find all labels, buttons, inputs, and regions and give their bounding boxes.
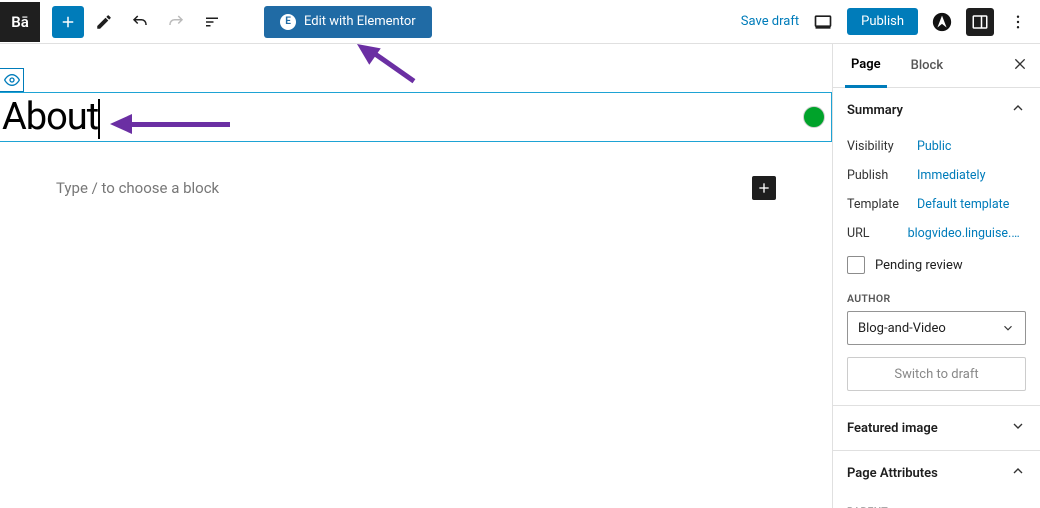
author-select[interactable]: Blog-and-Video bbox=[847, 311, 1026, 345]
undo-icon bbox=[131, 13, 149, 31]
block-placeholder-text[interactable]: Type / to choose a block bbox=[56, 179, 752, 197]
chevron-up-icon bbox=[1010, 100, 1026, 120]
template-label: Template bbox=[847, 197, 917, 212]
url-value[interactable]: blogvideo.linguise.com… bbox=[908, 226, 1026, 241]
featured-image-toggle[interactable]: Featured image bbox=[833, 406, 1040, 450]
options-menu-button[interactable] bbox=[1004, 8, 1032, 36]
astra-icon bbox=[931, 11, 953, 33]
featured-image-panel: Featured image bbox=[833, 406, 1040, 451]
toolbar-right-group: Save draft Publish bbox=[741, 8, 1032, 36]
undo-button[interactable] bbox=[124, 6, 156, 38]
page-attributes-panel: Page Attributes PARENT bbox=[833, 451, 1040, 508]
preview-visibility-tab[interactable] bbox=[0, 68, 24, 92]
tab-block-label: Block bbox=[911, 58, 943, 73]
template-row: Template Default template bbox=[847, 190, 1026, 219]
redo-icon bbox=[167, 13, 185, 31]
author-heading: AUTHOR bbox=[847, 282, 1026, 311]
desktop-icon bbox=[813, 12, 833, 32]
publish-date-label: Publish bbox=[847, 168, 917, 183]
elementor-label: Edit with Elementor bbox=[304, 14, 416, 29]
pencil-icon bbox=[95, 13, 113, 31]
template-value[interactable]: Default template bbox=[917, 197, 1009, 212]
default-block-row: Type / to choose a block bbox=[56, 176, 776, 200]
elementor-logo-icon: E bbox=[280, 14, 296, 30]
parent-heading: PARENT bbox=[847, 495, 1026, 508]
edit-with-elementor-button[interactable]: E Edit with Elementor bbox=[264, 6, 432, 38]
save-draft-link[interactable]: Save draft bbox=[741, 14, 799, 29]
document-outline-button[interactable] bbox=[196, 6, 228, 38]
switch-to-draft-label: Switch to draft bbox=[894, 367, 978, 382]
summary-panel-body: Visibility Public Publish Immediately Te… bbox=[833, 132, 1040, 405]
grammarly-badge-icon[interactable] bbox=[803, 106, 825, 128]
add-block-toggle[interactable] bbox=[52, 6, 84, 38]
inline-add-block-button[interactable] bbox=[752, 176, 776, 200]
switch-to-draft-button[interactable]: Switch to draft bbox=[847, 357, 1026, 391]
plus-icon bbox=[59, 13, 77, 31]
plus-icon bbox=[756, 180, 772, 196]
settings-sidebar: Page Block Summary Visibility Public Pub… bbox=[832, 44, 1040, 508]
url-label: URL bbox=[847, 226, 908, 241]
tab-block[interactable]: Block bbox=[905, 44, 949, 88]
featured-image-heading: Featured image bbox=[847, 421, 938, 436]
edit-tool-button[interactable] bbox=[88, 6, 120, 38]
publish-button[interactable]: Publish bbox=[847, 8, 918, 35]
post-title-text: About bbox=[2, 95, 98, 139]
summary-heading: Summary bbox=[847, 103, 903, 118]
editor-canvas: About Type / to choose a block bbox=[0, 44, 832, 508]
publish-label: Publish bbox=[861, 14, 904, 29]
chevron-up-icon bbox=[1010, 463, 1026, 483]
toolbar-left-group: E Edit with Elementor bbox=[40, 6, 432, 38]
settings-sidebar-toggle[interactable] bbox=[966, 8, 994, 36]
top-toolbar: Bā E Edit with Elementor Save draft Publ… bbox=[0, 0, 1040, 44]
page-attributes-body: PARENT bbox=[833, 495, 1040, 508]
pending-review-label: Pending review bbox=[875, 258, 963, 273]
tab-page-label: Page bbox=[851, 57, 881, 72]
post-title-block[interactable]: About bbox=[0, 92, 832, 142]
visibility-label: Visibility bbox=[847, 139, 917, 154]
text-caret bbox=[98, 99, 100, 139]
close-sidebar-button[interactable] bbox=[1012, 56, 1028, 76]
summary-panel: Summary Visibility Public Publish Immedi… bbox=[833, 88, 1040, 406]
list-view-icon bbox=[203, 13, 221, 31]
summary-panel-toggle[interactable]: Summary bbox=[833, 88, 1040, 132]
url-row: URL blogvideo.linguise.com… bbox=[847, 219, 1026, 248]
chevron-down-icon bbox=[1010, 418, 1026, 438]
chevron-down-icon bbox=[1001, 321, 1015, 335]
post-title-input[interactable]: About bbox=[2, 93, 120, 141]
author-value: Blog-and-Video bbox=[858, 321, 946, 336]
page-attributes-heading: Page Attributes bbox=[847, 466, 938, 481]
publish-date-value[interactable]: Immediately bbox=[917, 168, 986, 183]
redo-button[interactable] bbox=[160, 6, 192, 38]
site-logo[interactable]: Bā bbox=[0, 2, 40, 42]
page-attributes-toggle[interactable]: Page Attributes bbox=[833, 451, 1040, 495]
pending-review-checkbox[interactable] bbox=[847, 256, 865, 274]
astra-settings-button[interactable] bbox=[928, 8, 956, 36]
publish-row: Publish Immediately bbox=[847, 161, 1026, 190]
more-vertical-icon bbox=[1009, 13, 1027, 31]
sidebar-icon bbox=[971, 13, 989, 31]
preview-button[interactable] bbox=[809, 8, 837, 36]
sidebar-tabs: Page Block bbox=[833, 44, 1040, 88]
tab-page[interactable]: Page bbox=[845, 44, 887, 88]
close-icon bbox=[1012, 56, 1028, 72]
logo-text: Bā bbox=[11, 13, 29, 31]
pending-review-row[interactable]: Pending review bbox=[847, 248, 1026, 282]
eye-icon bbox=[4, 72, 20, 88]
visibility-row: Visibility Public bbox=[847, 132, 1026, 161]
visibility-value[interactable]: Public bbox=[917, 139, 951, 154]
